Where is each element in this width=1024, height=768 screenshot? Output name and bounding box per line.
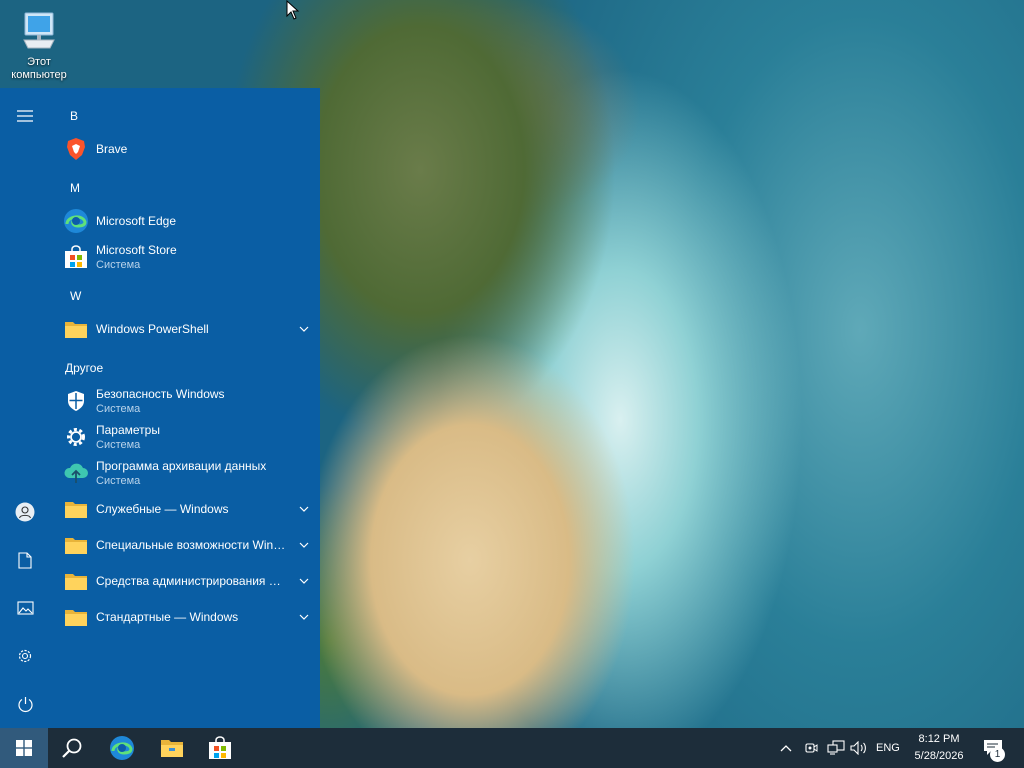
- notification-count-badge: 1: [990, 747, 1005, 762]
- expand-menu-button[interactable]: [5, 96, 45, 136]
- chevron-down-icon[interactable]: [296, 501, 312, 517]
- power-button[interactable]: [5, 684, 45, 724]
- pictures-icon: [16, 601, 34, 615]
- app-subtitle: Система: [96, 259, 141, 271]
- app-folder-windows-powershell[interactable]: Windows PowerShell: [62, 312, 312, 346]
- power-icon: [17, 696, 33, 712]
- network-icon: [827, 740, 845, 755]
- app-item-windows-security[interactable]: Безопасность Windows Система: [62, 384, 312, 418]
- taskbar: ENG 8:12 PM 5/28/2026 1: [0, 728, 1024, 768]
- brave-icon: [62, 135, 90, 163]
- mouse-cursor-icon: [286, 0, 300, 20]
- folder-icon: [62, 567, 90, 595]
- show-hidden-icons-button[interactable]: [776, 728, 796, 768]
- app-folder-accessibility[interactable]: Специальные возможности Windows: [62, 528, 312, 562]
- edge-icon: [110, 736, 134, 760]
- app-item-settings[interactable]: Параметры Система: [62, 420, 312, 454]
- edge-icon: [62, 207, 90, 235]
- app-folder-system-tools[interactable]: Служебные — Windows: [62, 492, 312, 526]
- network-button[interactable]: [824, 728, 848, 768]
- hamburger-icon: [17, 110, 33, 122]
- this-pc-desktop-icon[interactable]: Этот компьютер: [4, 8, 74, 82]
- app-item-backup[interactable]: Программа архивации данных Система: [62, 456, 312, 490]
- taskbar-file-explorer-button[interactable]: [148, 728, 196, 768]
- app-list: B Brave M Microsoft Edge Microsoft Store…: [50, 88, 320, 728]
- volume-icon: [850, 741, 866, 755]
- app-subtitle: Система: [96, 403, 141, 415]
- section-header-w[interactable]: W: [70, 289, 81, 303]
- app-folder-admin-tools[interactable]: Средства администрирования Windows: [62, 564, 312, 598]
- folder-icon: [62, 495, 90, 523]
- app-label: Стандартные — Windows: [96, 610, 239, 624]
- this-pc-label: Этот компьютер: [11, 56, 67, 81]
- start-button[interactable]: [0, 728, 48, 768]
- app-label: Программа архивации данных: [96, 459, 267, 473]
- app-label: Параметры: [96, 423, 160, 437]
- app-item-brave[interactable]: Brave: [62, 132, 312, 166]
- volume-button[interactable]: [848, 728, 870, 768]
- app-item-microsoft-store[interactable]: Microsoft Store Система: [62, 240, 312, 274]
- taskbar-store-button[interactable]: [196, 728, 244, 768]
- meet-now-icon: [805, 743, 818, 753]
- computer-icon: [23, 12, 55, 49]
- shield-icon: [62, 387, 90, 415]
- app-label: Brave: [96, 142, 128, 156]
- gear-icon: [62, 423, 90, 451]
- taskbar-edge-button[interactable]: [98, 728, 146, 768]
- account-button[interactable]: [5, 492, 45, 532]
- folder-icon: [62, 603, 90, 631]
- search-icon: [62, 738, 82, 758]
- input-language-indicator[interactable]: ENG: [876, 728, 900, 768]
- clock-date: 5/28/2026: [914, 750, 964, 762]
- file-explorer-icon: [161, 740, 183, 757]
- app-item-microsoft-edge[interactable]: Microsoft Edge: [62, 204, 312, 238]
- app-label: Windows PowerShell: [96, 322, 209, 336]
- app-subtitle: Система: [96, 475, 141, 487]
- document-icon: [18, 551, 32, 569]
- section-header-other[interactable]: Другое: [65, 361, 103, 375]
- start-menu-rail: [0, 88, 50, 728]
- chevron-down-icon[interactable]: [296, 537, 312, 553]
- clock[interactable]: 8:12 PM 5/28/2026: [906, 731, 972, 765]
- settings-button[interactable]: [5, 636, 45, 676]
- chevron-down-icon[interactable]: [296, 573, 312, 589]
- app-label: Microsoft Store: [96, 243, 177, 257]
- chevron-down-icon[interactable]: [296, 609, 312, 625]
- start-menu: B Brave M Microsoft Edge Microsoft Store…: [0, 88, 320, 728]
- backup-icon: [62, 459, 90, 487]
- app-label: Безопасность Windows: [96, 387, 225, 401]
- chevron-up-icon: [780, 745, 792, 752]
- windows-logo-icon: [16, 740, 32, 756]
- folder-icon: [62, 531, 90, 559]
- store-icon: [62, 243, 90, 271]
- app-subtitle: Система: [96, 439, 141, 451]
- chevron-down-icon[interactable]: [296, 321, 312, 337]
- settings-icon: [18, 649, 32, 663]
- store-icon: [209, 736, 231, 759]
- documents-button[interactable]: [5, 540, 45, 580]
- pictures-button[interactable]: [5, 588, 45, 628]
- meet-now-button[interactable]: [800, 728, 822, 768]
- section-header-m[interactable]: M: [70, 181, 80, 195]
- user-icon: [15, 502, 35, 522]
- section-header-b[interactable]: B: [70, 109, 78, 123]
- folder-icon: [62, 315, 90, 343]
- action-center-button[interactable]: 1: [976, 728, 1010, 768]
- clock-time: 8:12 PM: [918, 733, 960, 745]
- app-label: Служебные — Windows: [96, 502, 229, 516]
- app-label: Microsoft Edge: [96, 214, 177, 228]
- app-label: Средства администрирования Windows: [96, 574, 288, 588]
- search-button[interactable]: [48, 728, 96, 768]
- app-folder-accessories[interactable]: Стандартные — Windows: [62, 600, 312, 634]
- app-label: Специальные возможности Windows: [96, 538, 288, 552]
